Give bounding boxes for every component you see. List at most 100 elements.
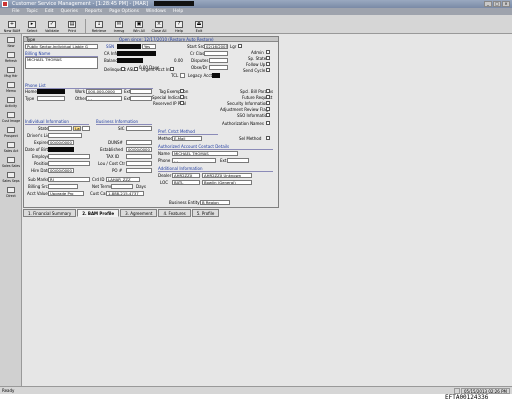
work-phone-field[interactable]: 000-000-0000 [86, 89, 122, 94]
select-button[interactable]: ▸ Select [23, 16, 41, 33]
tax-id-field[interactable] [126, 154, 152, 159]
nav-cust-image[interactable]: Cust Image [1, 110, 21, 124]
sso-information-checkbox[interactable] [266, 113, 270, 117]
start-src-field[interactable]: 02/16/2005 [204, 44, 228, 49]
work-ext-field[interactable] [130, 89, 152, 94]
drivers-lic-field[interactable] [48, 133, 82, 138]
billing-src-select[interactable] [48, 184, 78, 189]
established-field[interactable]: 00/00/0000 [126, 147, 152, 152]
new-bam-button[interactable]: + New BAM [3, 16, 21, 33]
nav-sales-sales[interactable]: Sales Sales [1, 155, 21, 169]
menu-page-options[interactable]: Page Options [109, 9, 139, 14]
asl-checkbox[interactable] [134, 67, 138, 71]
send-cycle-checkbox[interactable] [266, 68, 270, 72]
tcl-field[interactable] [180, 73, 185, 78]
business-entity-field[interactable]: B Region [200, 200, 230, 205]
menu-reports[interactable]: Reports [85, 9, 102, 14]
lang-select[interactable] [82, 126, 90, 131]
contact-ext-field[interactable] [227, 158, 249, 163]
phone-type-select[interactable] [37, 96, 65, 101]
position-field[interactable] [48, 161, 90, 166]
acct-value-select[interactable]: Upgrade Pro [48, 191, 84, 196]
special-indicators-checkbox[interactable] [180, 95, 184, 99]
maximize-button[interactable]: □ [493, 1, 501, 7]
nav-new[interactable]: New [1, 35, 21, 49]
obse-dr-field[interactable] [209, 65, 228, 70]
menu-queries[interactable]: Queries [61, 9, 78, 14]
nav-refresh[interactable]: Refresh [1, 50, 21, 64]
sub-market-field[interactable]: RJ [48, 177, 90, 182]
disputes-field[interactable] [209, 58, 228, 63]
sic-select[interactable] [126, 126, 152, 131]
nav-activity[interactable]: Activity [1, 95, 21, 109]
expires-field[interactable]: 00/00/0000 [48, 140, 74, 145]
duns-field[interactable] [126, 140, 152, 145]
retrieve-button[interactable]: ↓ Retrieve [90, 16, 108, 33]
method-select[interactable]: E-Mail [172, 136, 202, 141]
contact-phone-field[interactable]: - - [172, 158, 216, 163]
win-all-button[interactable]: ▣ Win All [130, 16, 148, 33]
exit-button[interactable]: ⏏ Exit [190, 16, 208, 33]
adjustment-review-flag-checkbox[interactable] [266, 107, 270, 111]
spcl-bill-params-checkbox[interactable] [266, 89, 270, 93]
menu-topic[interactable]: Topic [27, 9, 38, 14]
nav-prospect[interactable]: Prospect [1, 125, 21, 139]
cr-class-field[interactable] [204, 51, 228, 56]
security-information-checkbox[interactable] [266, 101, 270, 105]
urgent-acct-info-checkbox[interactable] [170, 67, 174, 71]
menu-windows[interactable]: Windows [146, 9, 166, 14]
tag-exemption-checkbox[interactable] [180, 89, 184, 93]
validate-button[interactable]: ✓ Validate [43, 16, 61, 33]
close-window-button[interactable]: × [502, 1, 510, 7]
redacted-block [153, 1, 194, 6]
other-phone-field[interactable]: - - [86, 96, 122, 101]
direct-icon [7, 186, 15, 193]
delinquent-checkbox[interactable] [121, 67, 125, 71]
nav-msg-hdr[interactable]: Msg Hdr [1, 65, 21, 79]
nav-memo[interactable]: Memo [1, 80, 21, 94]
tab-agreement[interactable]: 3. Agreement [120, 209, 158, 217]
menu-file[interactable]: File [12, 9, 20, 14]
hire-date-field[interactable]: 00/00/0000 [48, 168, 74, 173]
billing-name-field[interactable]: MICHAEL THOMAS [25, 57, 98, 69]
net-terms-field[interactable] [111, 184, 133, 189]
business-info-label: Business Information [96, 119, 152, 125]
dealer-code-field[interactable]: AHR2ZZX [172, 173, 200, 178]
print-button[interactable]: ▤ Print [63, 16, 81, 33]
state-select[interactable] [48, 126, 72, 131]
close-all-button[interactable]: × Close All [150, 16, 168, 33]
contact-name-field[interactable]: MICHAEL THOMAS [172, 151, 238, 156]
tab-features[interactable]: 4. Features [158, 209, 191, 217]
cust-care-field[interactable]: 1-888-215-4737 [106, 191, 144, 196]
sel-method-checkbox[interactable] [266, 136, 270, 140]
account-type-field[interactable]: Public Sector-Individual Liable G [25, 44, 98, 49]
follow-up-checkbox[interactable] [266, 62, 270, 66]
minimize-button[interactable]: _ [484, 1, 492, 7]
nav-direct[interactable]: Direct [1, 185, 21, 199]
inmsg-button[interactable]: ✉ Inmsg [110, 16, 128, 33]
future-request-checkbox[interactable] [266, 95, 270, 99]
nav-sales-act[interactable]: Sales Act [1, 140, 21, 154]
ssn-label: SSN [106, 44, 115, 49]
nav-sales-seps[interactable]: Sales Seps [1, 170, 21, 184]
tab-profile[interactable]: 5. Profile [191, 209, 220, 217]
exit-icon: ⏏ [195, 21, 203, 28]
admin-checkbox[interactable] [266, 50, 270, 54]
tab-bam-profile[interactable]: 2. BAM Profile [77, 209, 120, 217]
lang-field[interactable]: Lang [73, 126, 81, 131]
menu-help[interactable]: Help [173, 9, 183, 14]
lou-cost-ctr-field[interactable] [126, 161, 152, 166]
help-button[interactable]: ? Help [170, 16, 188, 33]
tab-financial-summary[interactable]: 1. Financial Summary [23, 209, 77, 217]
other-ext-field[interactable] [130, 96, 152, 101]
loc-select[interactable]: BATL [172, 180, 200, 185]
authorization-names-checkbox[interactable] [266, 121, 270, 125]
menu-edit[interactable]: Edit [45, 9, 54, 14]
crd-id-field[interactable]: LAHAR_ZZZ [106, 177, 140, 182]
lgr-checkbox[interactable] [238, 44, 242, 48]
ssn-type-field[interactable]: Yes [142, 44, 156, 49]
employer-field[interactable] [48, 154, 90, 159]
po-field[interactable] [126, 168, 152, 173]
reserved-ip-pool-checkbox[interactable] [180, 101, 184, 105]
sp-state-checkbox[interactable] [266, 56, 270, 60]
